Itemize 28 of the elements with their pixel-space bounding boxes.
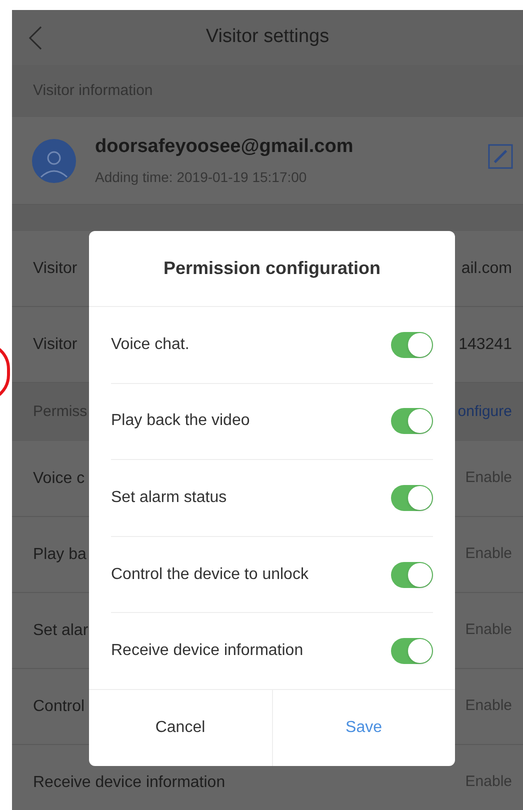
row-value: ail.com xyxy=(461,258,512,278)
permission-label: Control the device to unlock xyxy=(111,564,308,585)
avatar-icon xyxy=(32,138,76,182)
save-button[interactable]: Save xyxy=(272,690,455,766)
back-icon[interactable] xyxy=(29,26,42,50)
permission-label: Voice chat. xyxy=(111,334,190,355)
permission-label: Set alarm status xyxy=(111,488,227,508)
toggle-switch[interactable] xyxy=(391,638,433,664)
dialog-title: Permission configuration xyxy=(163,257,381,280)
visitor-email: doorsafeyoosee@gmail.com xyxy=(95,134,354,159)
toggle-switch[interactable] xyxy=(391,332,433,358)
edit-icon[interactable] xyxy=(488,144,513,169)
row-label: Receive device information xyxy=(33,772,226,792)
permission-label: Play back the video xyxy=(111,411,250,432)
cancel-button[interactable]: Cancel xyxy=(89,690,272,766)
row-label: Control xyxy=(33,696,85,716)
toggle-switch[interactable] xyxy=(391,408,433,434)
row-label: Visitor xyxy=(33,258,78,278)
row-label: Set alar xyxy=(33,620,88,640)
row-label: Voice c xyxy=(33,468,85,488)
page-title: Visitor settings xyxy=(206,25,330,50)
permission-label: Receive device information xyxy=(111,641,304,662)
row-label: Visitor xyxy=(33,334,78,354)
toggle-switch[interactable] xyxy=(391,484,433,511)
configure-link[interactable]: onfigure xyxy=(458,400,512,424)
row-value: 143241 xyxy=(458,334,512,354)
toggle-switch[interactable] xyxy=(391,562,433,588)
row-label: Play ba xyxy=(33,544,86,564)
